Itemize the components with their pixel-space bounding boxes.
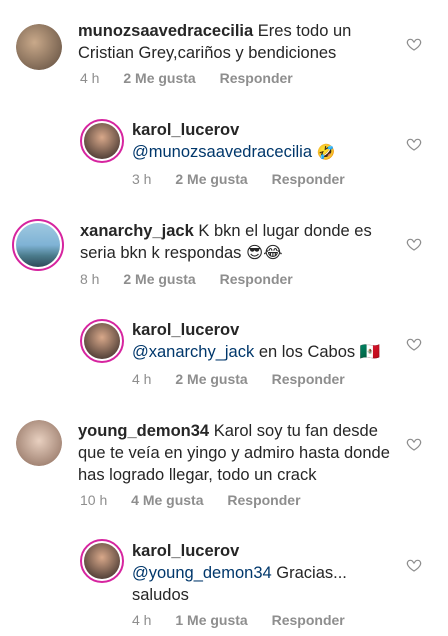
comment-time: 4 h — [132, 612, 152, 628]
comment-text: young_demon34 Karol soy tu fan desde que… — [78, 420, 390, 486]
comment-time: 10 h — [80, 492, 108, 508]
likes-count[interactable]: 4 Me gusta — [131, 492, 203, 508]
comment-text: karol_lucerov @xanarchy_jack en los Cabo… — [132, 319, 390, 363]
avatar[interactable] — [16, 420, 62, 466]
comment-meta: 4 h 2 Me gusta Responder — [80, 70, 313, 86]
comment-body: 🤣 — [316, 144, 336, 161]
comment-meta: 3 h 2 Me gusta Responder — [132, 171, 365, 187]
mention-link[interactable]: @young_demon34 — [132, 564, 272, 582]
comment-body: en los Cabos 🇲🇽 — [258, 343, 381, 361]
comment-time: 8 h — [80, 271, 100, 287]
comment-time: 3 h — [132, 171, 152, 187]
heart-outline-icon[interactable] — [406, 436, 422, 452]
heart-outline-icon[interactable] — [406, 36, 422, 52]
avatar[interactable] — [12, 219, 64, 271]
heart-outline-icon[interactable] — [406, 336, 422, 352]
comment-meta: 4 h 2 Me gusta Responder — [132, 371, 365, 387]
comment-time: 4 h — [80, 70, 100, 86]
likes-count[interactable]: 2 Me gusta — [175, 171, 247, 187]
comment-username[interactable]: xanarchy_jack — [80, 222, 194, 240]
mention-link[interactable]: @munozsaavedracecilia — [132, 143, 312, 161]
comment-username[interactable]: karol_lucerov — [132, 319, 390, 341]
comment-username[interactable]: karol_lucerov — [132, 540, 390, 562]
comment-text: karol_lucerov @munozsaavedracecilia 🤣 — [132, 119, 390, 164]
comment-text: munozsaavedracecilia Eres todo un Cristi… — [78, 20, 390, 64]
likes-count[interactable]: 1 Me gusta — [175, 612, 247, 628]
avatar[interactable] — [80, 319, 124, 363]
likes-count[interactable]: 2 Me gusta — [123, 70, 195, 86]
comment-time: 4 h — [132, 371, 152, 387]
comment-username[interactable]: young_demon34 — [78, 422, 209, 440]
comment-meta: 10 h 4 Me gusta Responder — [80, 492, 321, 508]
reply-button[interactable]: Responder — [220, 70, 293, 86]
reply-button[interactable]: Responder — [220, 271, 293, 287]
comment-text: karol_lucerov @young_demon34 Gracias... … — [132, 540, 390, 606]
comment-meta: 4 h 1 Me gusta Responder — [132, 612, 365, 628]
likes-count[interactable]: 2 Me gusta — [175, 371, 247, 387]
comment-text: xanarchy_jack K bkn el lugar donde es se… — [80, 220, 390, 264]
heart-outline-icon[interactable] — [406, 236, 422, 252]
comment-username[interactable]: karol_lucerov — [132, 119, 390, 141]
comment-username[interactable]: munozsaavedracecilia — [78, 22, 253, 40]
comment-meta: 8 h 2 Me gusta Responder — [80, 271, 313, 287]
reply-button[interactable]: Responder — [272, 171, 345, 187]
reply-button[interactable]: Responder — [227, 492, 300, 508]
heart-outline-icon[interactable] — [406, 557, 422, 573]
reply-button[interactable]: Responder — [272, 371, 345, 387]
reply-button[interactable]: Responder — [272, 612, 345, 628]
avatar[interactable] — [80, 119, 124, 163]
avatar[interactable] — [16, 24, 62, 70]
likes-count[interactable]: 2 Me gusta — [123, 271, 195, 287]
avatar[interactable] — [80, 539, 124, 583]
heart-outline-icon[interactable] — [406, 136, 422, 152]
mention-link[interactable]: @xanarchy_jack — [132, 343, 254, 361]
